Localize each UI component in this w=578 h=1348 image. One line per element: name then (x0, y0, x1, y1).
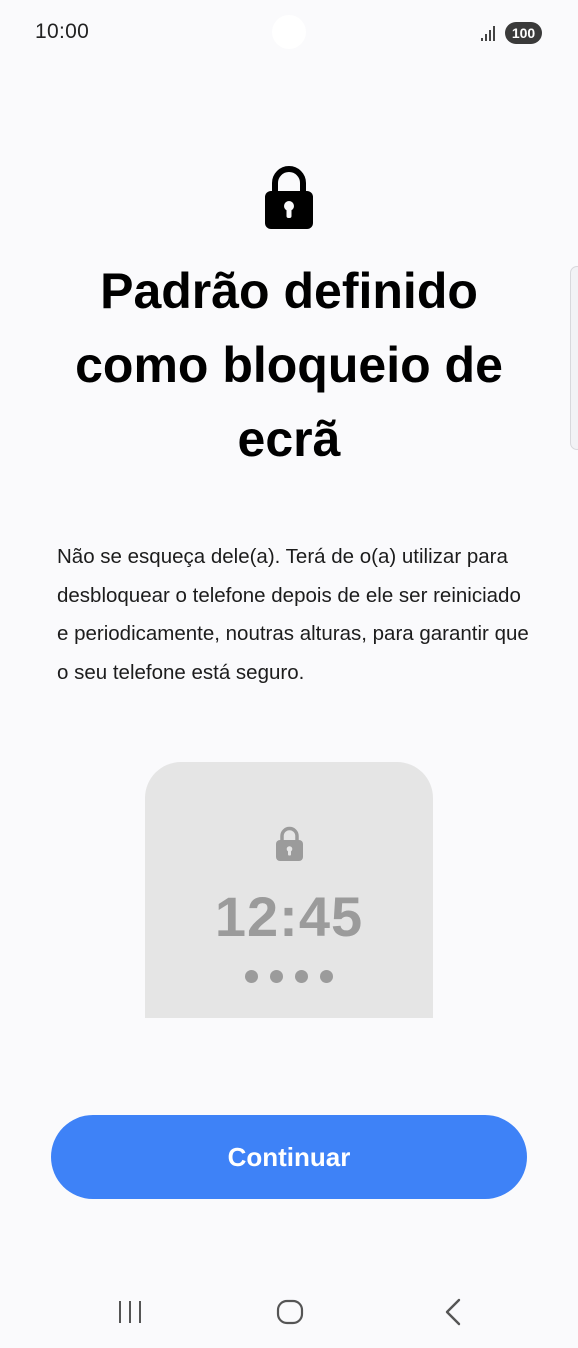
pin-dot (295, 970, 308, 983)
page-title: Padrão definido como bloqueio de ecrã (75, 263, 503, 467)
pin-dot (320, 970, 333, 983)
edge-panel-handle[interactable] (570, 266, 578, 450)
pin-dot (270, 970, 283, 983)
camera-cutout (272, 15, 306, 49)
signal-bars-icon (481, 26, 495, 41)
recent-apps-icon[interactable] (116, 1300, 144, 1324)
lock-icon (265, 166, 313, 229)
description-text: Não se esqueça dele(a). Terá de o(a) uti… (57, 545, 529, 684)
preview-pin-dots (145, 970, 433, 986)
lock-screen-preview: 12:45 (145, 762, 433, 1018)
preview-clock: 12:45 (214, 885, 364, 948)
status-bar: 10:00 100 (0, 0, 578, 66)
navigation-bar (0, 1272, 578, 1348)
battery-badge: 100 (505, 22, 542, 44)
status-time: 10:00 (35, 20, 90, 43)
lock-icon (276, 826, 303, 861)
back-icon[interactable] (442, 1298, 464, 1326)
home-icon[interactable] (276, 1299, 304, 1325)
continue-button[interactable]: Continuar (51, 1115, 527, 1199)
pin-dot (245, 970, 258, 983)
